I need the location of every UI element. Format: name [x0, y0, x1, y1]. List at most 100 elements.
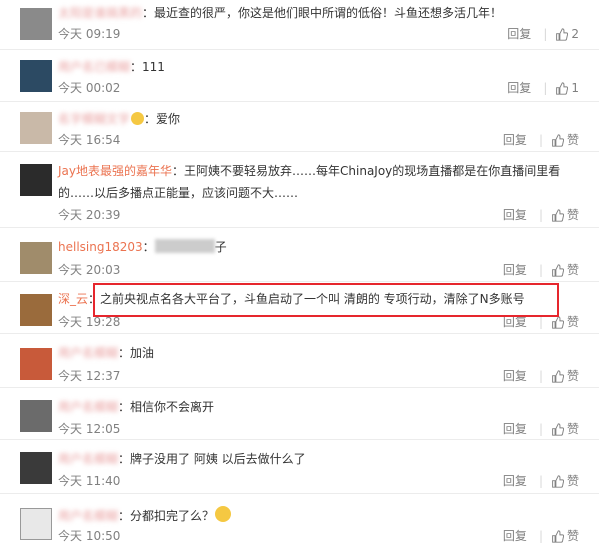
avatar[interactable] — [20, 8, 52, 40]
comment-actions: 回复 | 赞 — [503, 473, 579, 489]
thumbs-up-icon — [552, 263, 564, 277]
comment-actions: 回复 | 赞 — [503, 132, 579, 148]
divider: | — [538, 263, 543, 277]
comment-text-line: 太阳是谁搞黑的：最近查的很严，你这是他们眼中所谓的低俗！斗鱼还想多活几年！ — [58, 6, 503, 20]
divider: | — [538, 422, 543, 436]
reply-button[interactable]: 回复 — [503, 132, 527, 148]
reply-button[interactable]: 回复 — [503, 421, 527, 437]
reply-button[interactable]: 回复 — [503, 473, 527, 489]
avatar[interactable] — [20, 112, 52, 144]
avatar[interactable] — [20, 452, 52, 484]
highlight-box — [93, 283, 559, 317]
divider: | — [543, 27, 548, 41]
comment-time: 今天 10:50 — [58, 529, 121, 543]
comment-time: 今天 11:40 — [58, 474, 121, 488]
comment-actions: 回复 | 1 — [507, 80, 579, 96]
comment-text-line: 用户名模糊：分都扣完了么？ — [58, 506, 232, 525]
like-label: 赞 — [566, 474, 579, 488]
comment-time: 今天 00:02 — [58, 81, 121, 95]
like-label: 赞 — [566, 208, 579, 222]
comment-text-line: 用户名模糊：相信你不会离开 — [58, 400, 215, 414]
avatar[interactable] — [20, 242, 52, 274]
comment-time: 今天 12:37 — [58, 369, 121, 383]
comment-time: 今天 20:03 — [58, 263, 121, 277]
reply-button[interactable]: 回复 — [503, 368, 527, 384]
avatar[interactable] — [20, 164, 52, 196]
comment-time: 今天 20:39 — [58, 208, 121, 222]
like-label: 赞 — [566, 315, 579, 329]
comment-text: 最近查的很严，你这是他们眼中所谓的低俗！斗鱼还想多活几年！ — [154, 6, 503, 20]
smiley-icon — [215, 506, 232, 522]
comment-actions: 回复 | 2 — [507, 26, 579, 42]
like-label: 赞 — [566, 422, 579, 436]
reply-button[interactable]: 回复 — [503, 528, 527, 544]
like-button[interactable]: 1 — [555, 80, 579, 96]
thumbs-up-icon — [552, 133, 564, 147]
like-button[interactable]: 赞 — [551, 528, 579, 544]
comment-text-line: hellsing18203：子 — [58, 239, 227, 254]
comment-actions: 回复 | 赞 — [503, 368, 579, 384]
username[interactable]: Jay地表最强的嘉年华 — [58, 164, 172, 178]
comment-time: 今天 12:05 — [58, 422, 121, 436]
divider: | — [538, 208, 543, 222]
comment-item: 用户名模糊：分都扣完了么？ 今天 10:50 回复 | 赞 — [0, 494, 599, 550]
reply-button[interactable]: 回复 — [503, 207, 527, 223]
comment-text: 王阿姨不要轻易放弃……每年ChinaJoy的现场直播都是在你直播间里看 — [184, 164, 561, 178]
like-button[interactable]: 2 — [555, 26, 579, 42]
comment-text-line: Jay地表最强的嘉年华：王阿姨不要轻易放弃……每年ChinaJoy的现场直播都是… — [58, 164, 561, 178]
username[interactable]: hellsing18203 — [58, 240, 143, 254]
comment-text-continued: 的……以后多播点正能量，应该问题不大…… — [58, 186, 299, 200]
comment-item: Jay地表最强的嘉年华：王阿姨不要轻易放弃……每年ChinaJoy的现场直播都是… — [0, 152, 599, 228]
avatar[interactable] — [20, 508, 52, 540]
comment-item: 用户名已模糊：111 今天 00:02 回复 | 1 — [0, 50, 599, 102]
username[interactable]: 深_云 — [58, 292, 88, 306]
comment-time: 今天 09:19 — [58, 27, 121, 41]
comment-text-line: 用户名模糊：加油 — [58, 346, 155, 360]
thumbs-up-icon — [552, 422, 564, 436]
like-count: 2 — [571, 27, 579, 41]
comment-item: 用户名模糊：牌子没用了 阿姨 以后去做什么了 今天 11:40 回复 | 赞 — [0, 440, 599, 494]
avatar[interactable] — [20, 348, 52, 380]
comment-actions: 回复 | 赞 — [503, 207, 579, 223]
like-button[interactable]: 赞 — [551, 368, 579, 384]
username[interactable]: 用户名模糊 — [58, 400, 118, 414]
like-button[interactable]: 赞 — [551, 207, 579, 223]
smiley-icon — [131, 112, 145, 125]
username[interactable]: 太阳是谁搞黑的 — [58, 6, 142, 20]
divider: | — [538, 369, 543, 383]
thumbs-up-icon — [552, 529, 564, 543]
thumbs-up-icon — [552, 369, 564, 383]
comment-actions: 回复 | 赞 — [503, 421, 579, 437]
comment-item: 用户名模糊：相信你不会离开 今天 12:05 回复 | 赞 — [0, 388, 599, 440]
username[interactable]: 用户名模糊 — [58, 346, 118, 360]
reply-button[interactable]: 回复 — [507, 26, 531, 42]
like-button[interactable]: 赞 — [551, 262, 579, 278]
comment-text: 子 — [214, 240, 227, 254]
avatar[interactable] — [20, 294, 52, 326]
comment-text: 分都扣完了么？ — [130, 509, 215, 523]
avatar[interactable] — [20, 60, 52, 92]
like-button[interactable]: 赞 — [551, 132, 579, 148]
comment-text: 加油 — [130, 346, 155, 360]
divider: | — [538, 133, 543, 147]
like-button[interactable]: 赞 — [551, 421, 579, 437]
comment-text-line: 用户名已模糊：111 — [58, 60, 165, 74]
reply-button[interactable]: 回复 — [503, 262, 527, 278]
comment-item: 太阳是谁搞黑的：最近查的很严，你这是他们眼中所谓的低俗！斗鱼还想多活几年！ 今天… — [0, 0, 599, 50]
thumbs-up-icon — [552, 315, 564, 329]
username[interactable]: 用户名已模糊 — [58, 60, 130, 74]
blurred-text — [154, 239, 215, 253]
divider: | — [543, 81, 548, 95]
like-button[interactable]: 赞 — [551, 473, 579, 489]
avatar[interactable] — [20, 400, 52, 432]
comment-actions: 回复 | 赞 — [503, 262, 579, 278]
like-label: 赞 — [566, 529, 579, 543]
username[interactable]: 用户名模糊 — [58, 509, 118, 523]
like-label: 赞 — [566, 369, 579, 383]
username[interactable]: 名字模糊文字 — [58, 112, 130, 126]
reply-button[interactable]: 回复 — [507, 80, 531, 96]
username[interactable]: 用户名模糊 — [58, 452, 118, 466]
comment-item: 名字模糊文字 ：爱你 今天 16:54 回复 | 赞 — [0, 102, 599, 152]
comment-actions: 回复 | 赞 — [503, 528, 579, 544]
comment-text: 牌子没用了 阿姨 以后去做什么了 — [130, 452, 306, 466]
